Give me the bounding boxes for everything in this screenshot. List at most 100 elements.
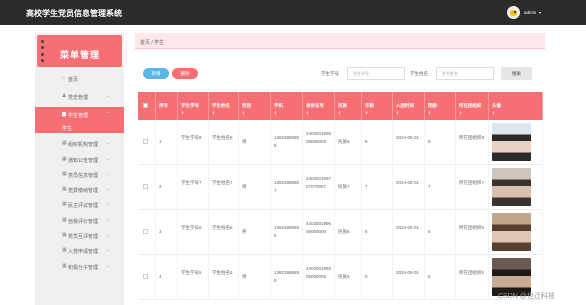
table-row[interactable]: 3 学生学号6 学生姓名6 男 13823888886 44030019960606000… [138,210,543,255]
sort-icon[interactable]: ⇕ [338,111,341,115]
sidebar-item-11[interactable]: ▦ 入党申请管理 ⌄ [35,243,124,257]
delete-button[interactable]: 删除 [172,68,198,79]
sidebar-item-5[interactable]: ▦ 通知公告管理 ⌄ [35,152,124,166]
table-cell: 男 [239,255,271,300]
sidebar-item-2[interactable]: ▆ 学生管理 ⌃ [35,107,124,121]
sidebar-item-1[interactable]: ♟ 党史管理 ⌄ [35,89,124,103]
sidebar-item-4[interactable]: ▦ 组织机构管理 ⌄ [35,136,124,150]
table-row[interactable]: 1 学生学号8 学生姓名8 男 13823888888 44030019980808000… [138,120,543,165]
app-title: 高校学生党员信息管理系统 [26,9,122,18]
column-header[interactable]: 团龄 ⇕ [425,92,456,120]
sort-icon[interactable]: ⇕ [492,111,495,115]
cell-phone: 13823888887 [274,180,300,193]
select-all-checkbox[interactable] [143,103,148,108]
cell-gender: 男 [242,139,247,144]
cell-league-age: 8 [428,139,431,144]
student-photo[interactable] [492,123,531,161]
column-header[interactable]: 年龄 ⇕ [362,92,393,120]
sidebar-item-6[interactable]: ▦ 党员信息管理 ⌄ [35,167,124,181]
home-icon: ⌂ [62,75,66,81]
column-header[interactable]: 学生姓名 ⇕ [209,92,239,120]
username[interactable]: admin [524,10,536,15]
table-cell: 8 [362,120,393,165]
table-cell: 学生姓名6 [209,210,239,255]
sidebar-item-10[interactable]: ▦ 党员互评管理 ⌄ [35,228,124,242]
sort-icon[interactable]: ⇕ [459,111,462,115]
row-checkbox[interactable] [143,274,148,279]
row-checkbox[interactable] [143,139,148,144]
sort-icon[interactable]: ⇕ [242,111,245,115]
column-header[interactable]: 入团时间 ⇕ [393,92,425,120]
cell-join-date: 2024-05-01 [396,180,420,185]
column-header[interactable]: 手机 ⇕ [271,92,303,120]
add-button[interactable]: 新增 [143,68,169,79]
sidebar-item-8[interactable]: ▦ 民主评议管理 ⌄ [35,197,124,211]
column-header[interactable]: 所在团组织 ⇕ [456,92,489,120]
column-header[interactable]: 民族 ⇕ [335,92,362,120]
sidebar-item-label: 组织机构管理 [68,141,99,148]
cell-join-date: 2024-05-01 [396,135,420,140]
student-name-input[interactable]: 学生姓名 [436,67,494,80]
cell-ethnicity: 民族7 [338,184,350,189]
cell-ethnicity: 民族5 [338,274,350,279]
column-header[interactable]: 性别 ⇕ [239,92,271,120]
sort-icon[interactable]: ⇕ [306,111,309,115]
column-header[interactable]: 序号 [156,92,178,120]
cell-student-no: 学生学号8 [181,135,202,140]
cell-student-no: 学生学号5 [181,270,202,275]
student-photo[interactable] [492,213,531,251]
column-header[interactable]: 学生学号 ⇕ [178,92,209,120]
sidebar-item-0[interactable]: ⌂ 首页 [35,71,124,85]
search-button[interactable]: 搜索 [501,67,532,80]
column-header[interactable]: 头像 ⇕ [489,92,543,120]
cell-phone: 13823888885 [274,270,300,283]
column-header-label: 年龄 [365,103,374,108]
sort-icon[interactable]: ⇕ [212,111,215,115]
cell-id-card: 440300199808080008 [306,131,332,144]
row-checkbox[interactable] [143,184,148,189]
users-icon: ▆ [62,111,66,117]
cell-org: 所在团组织5 [459,270,485,275]
column-header-label: 序号 [159,103,168,108]
table-cell: 2024-05-01 [393,165,425,210]
table-cell: 440300199808080008 [303,120,335,165]
table-cell [489,165,543,210]
student-no-input[interactable]: 学生学号 [347,67,405,80]
sidebar-subitem-student[interactable]: 学生 [35,121,124,133]
chevron-down-icon: ⌄ [106,263,110,268]
table-cell: 2024-05-01 [393,210,425,255]
grid-icon: ▦ [62,156,67,162]
student-photo[interactable] [492,168,531,206]
cell-student-no: 学生学号7 [181,180,202,185]
column-header-label: 头像 [492,103,501,108]
column-header-label: 性别 [242,103,251,108]
sidebar-item-7[interactable]: ▦ 党费缴纳管理 ⌄ [35,182,124,196]
table-cell: 所在团组织5 [456,255,489,300]
user-avatar[interactable] [507,6,520,19]
cell-org: 所在团组织7 [459,180,485,185]
select-all-header[interactable] [138,92,156,120]
chevron-down-icon: ⌄ [106,93,110,98]
student-no-label: 学生学号 [321,71,339,76]
row-checkbox[interactable] [143,229,148,234]
column-header[interactable]: 身份证号 ⇕ [303,92,335,120]
chevron-down-icon[interactable]: ▾ [539,10,541,15]
sidebar-item-9[interactable]: ▦ 自我评价管理 ⌄ [35,213,124,227]
table-cell: 440300199707070007 [303,165,335,210]
cell-gender: 男 [242,229,247,234]
table-cell: 所在团组织8 [456,120,489,165]
chevron-down-icon: ⌄ [106,140,110,145]
table-row[interactable]: 4 学生学号5 学生姓名5 男 13823888885 44030019950505000… [138,255,543,300]
table-row[interactable]: 2 学生学号7 学生姓名7 男 13823888887 44030019970707000… [138,165,543,210]
sidebar-item-12[interactable]: ▦ 积极分子管理 ⌄ [35,259,124,273]
sort-icon[interactable]: ⇕ [428,111,431,115]
sidebar-item-label: 入党申请管理 [68,248,99,255]
chevron-down-icon: ⌄ [106,232,110,237]
sort-icon[interactable]: ⇕ [274,111,277,115]
sort-icon[interactable]: ⇕ [396,111,399,115]
table-cell: 13823888887 [271,165,303,210]
table-cell: 学生姓名7 [209,165,239,210]
sort-icon[interactable]: ⇕ [365,111,368,115]
cell-age: 6 [365,229,368,234]
sort-icon[interactable]: ⇕ [181,111,184,115]
